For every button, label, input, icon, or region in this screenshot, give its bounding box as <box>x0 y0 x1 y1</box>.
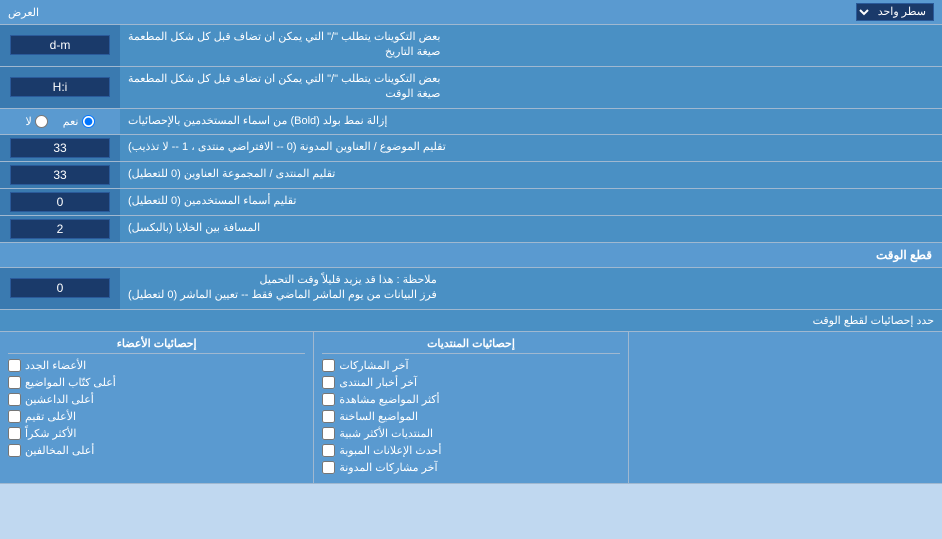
cb-classifieds[interactable] <box>322 444 335 457</box>
trim-forum-label: تقليم المنتدى / المجموعة العناوين (0 للت… <box>120 162 942 188</box>
select-cell[interactable]: سطر واحد سطران ثلاثة أسطر <box>856 3 934 21</box>
cb-new-members[interactable] <box>8 359 21 372</box>
time-format-label: بعض التكوينات يتطلب "/" التي يمكن ان تضا… <box>120 67 942 108</box>
trim-usernames-input-cell[interactable] <box>0 189 120 215</box>
cb-col-empty <box>628 332 942 483</box>
date-format-input[interactable] <box>10 35 110 55</box>
limit-label-row: حدد إحصائيات لقطع الوقت <box>0 310 942 332</box>
time-format-input[interactable] <box>10 77 110 97</box>
cell-spacing-label: المسافة بين الخلايا (بالبكسل) <box>120 216 942 242</box>
radio-yes-label[interactable]: نعم <box>63 115 95 128</box>
cb-most-thanked[interactable] <box>8 427 21 440</box>
cell-spacing-row: المسافة بين الخلايا (بالبكسل) <box>0 216 942 243</box>
cb-item-last-posts[interactable]: آخر المشاركات <box>322 359 619 372</box>
bold-label: إزالة نمط بولد (Bold) من اسماء المستخدمي… <box>120 109 942 134</box>
cb-most-viewed[interactable] <box>322 393 335 406</box>
cb-top-violators[interactable] <box>8 444 21 457</box>
bold-row: إزالة نمط بولد (Bold) من اسماء المستخدمي… <box>0 109 942 135</box>
cb-blog-posts[interactable] <box>322 461 335 474</box>
trim-forum-row: تقليم المنتدى / المجموعة العناوين (0 للت… <box>0 162 942 189</box>
cb-item-top-writers[interactable]: أعلى كتّاب المواضيع <box>8 376 305 389</box>
cb-item-similar-forums[interactable]: المنتديات الأكثر شبية <box>322 427 619 440</box>
trim-topics-input-cell[interactable] <box>0 135 120 161</box>
cb-last-posts[interactable] <box>322 359 335 372</box>
radio-no-label[interactable]: لا <box>26 115 48 128</box>
cb-item-hot-topics[interactable]: المواضيع الساخنة <box>322 410 619 423</box>
cell-spacing-input[interactable] <box>10 219 110 239</box>
view-label: العرض <box>8 6 39 19</box>
date-format-input-cell[interactable] <box>0 25 120 66</box>
cb-col-members: إحصائيات الأعضاء الأعضاء الجدد أعلى كتّا… <box>0 332 313 483</box>
limit-label: حدد إحصائيات لقطع الوقت <box>8 314 934 327</box>
date-format-row: بعض التكوينات يتطلب "/" التي يمكن ان تضا… <box>0 25 942 67</box>
trim-usernames-input[interactable] <box>10 192 110 212</box>
cb-item-new-members[interactable]: الأعضاء الجدد <box>8 359 305 372</box>
trim-usernames-row: تقليم أسماء المستخدمين (0 للتعطيل) <box>0 189 942 216</box>
checkboxes-section: إحصائيات المنتديات آخر المشاركات آخر أخب… <box>0 332 942 484</box>
top-row: سطر واحد سطران ثلاثة أسطر العرض <box>0 0 942 25</box>
time-format-input-cell[interactable] <box>0 67 120 108</box>
cb-hot-topics[interactable] <box>322 410 335 423</box>
cb-top-rated[interactable] <box>8 410 21 423</box>
cutoff-input[interactable] <box>10 278 110 298</box>
cb-item-top-rated[interactable]: الأعلى تقيم <box>8 410 305 423</box>
cb-similar-forums[interactable] <box>322 427 335 440</box>
cb-top-posters[interactable] <box>8 393 21 406</box>
radio-yes[interactable] <box>82 115 95 128</box>
view-select[interactable]: سطر واحد سطران ثلاثة أسطر <box>856 3 934 21</box>
cb-item-top-posters[interactable]: أعلى الداعشين <box>8 393 305 406</box>
trim-topics-row: تقليم الموضوع / العناوين المدونة (0 -- ا… <box>0 135 942 162</box>
checkboxes-grid: إحصائيات المنتديات آخر المشاركات آخر أخب… <box>0 332 942 483</box>
trim-usernames-label: تقليم أسماء المستخدمين (0 للتعطيل) <box>120 189 942 215</box>
cb-item-classifieds[interactable]: أحدث الإعلانات المبوبة <box>322 444 619 457</box>
cb-item-top-violators[interactable]: أعلى المخالفين <box>8 444 305 457</box>
trim-topics-input[interactable] <box>10 138 110 158</box>
cb-members-header: إحصائيات الأعضاء <box>8 337 305 354</box>
cb-col-forums: إحصائيات المنتديات آخر المشاركات آخر أخب… <box>313 332 627 483</box>
trim-forum-input[interactable] <box>10 165 110 185</box>
cb-item-most-thanked[interactable]: الأكثر شكراً <box>8 427 305 440</box>
cb-forum-news[interactable] <box>322 376 335 389</box>
trim-forum-input-cell[interactable] <box>0 162 120 188</box>
cb-top-writers[interactable] <box>8 376 21 389</box>
cb-item-most-viewed[interactable]: أكثر المواضيع مشاهدة <box>322 393 619 406</box>
cb-item-blog-posts[interactable]: آخر مشاركات المدونة <box>322 461 619 474</box>
cutoff-row: ملاحظة : هذا قد يزيد قليلاً وقت التحميلف… <box>0 268 942 310</box>
cutoff-input-cell[interactable] <box>0 268 120 309</box>
radio-no[interactable] <box>35 115 48 128</box>
trim-topics-label: تقليم الموضوع / العناوين المدونة (0 -- ا… <box>120 135 942 161</box>
section-header-cutoff: قطع الوقت <box>0 243 942 268</box>
cutoff-label: ملاحظة : هذا قد يزيد قليلاً وقت التحميلف… <box>120 268 942 309</box>
cb-forums-header: إحصائيات المنتديات <box>322 337 619 354</box>
cb-item-forum-news[interactable]: آخر أخبار المنتدى <box>322 376 619 389</box>
cell-spacing-input-cell[interactable] <box>0 216 120 242</box>
bold-radio-cell[interactable]: نعم لا <box>0 109 120 134</box>
date-format-label: بعض التكوينات يتطلب "/" التي يمكن ان تضا… <box>120 25 942 66</box>
time-format-row: بعض التكوينات يتطلب "/" التي يمكن ان تضا… <box>0 67 942 109</box>
